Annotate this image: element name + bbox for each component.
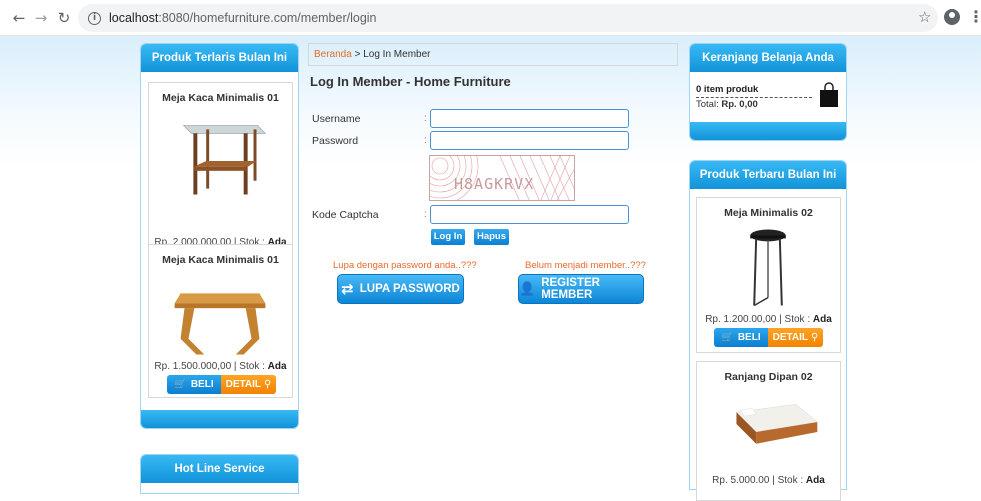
product-name[interactable]: Meja Kaca Minimalis 01 xyxy=(149,92,292,104)
price-text: Rp. 1.500.000,00 | Stok : xyxy=(154,361,268,372)
product-card: Meja Minimalis 02 Rp. 1.200.00,00 | Stok… xyxy=(696,197,841,353)
url-host: localhost xyxy=(109,11,159,25)
product-actions: 🛒BELI DETAIL⚲ xyxy=(714,328,823,347)
captcha-image: H8AGKRVX xyxy=(429,155,575,201)
newest-title: Produk Terbaru Bulan Ini xyxy=(690,161,846,189)
buy-button[interactable]: 🛒BELI xyxy=(167,375,221,394)
forgot-password-button[interactable]: ⇄ LUPA PASSWORD xyxy=(337,274,464,304)
register-member-button[interactable]: 👤 REGISTER MEMBER xyxy=(518,274,644,304)
magnifier-icon: ⚲ xyxy=(264,379,272,390)
cart-total: Total: Rp. 0,00 xyxy=(696,99,758,110)
buy-label: BELI xyxy=(737,332,761,343)
register-member-label: REGISTER MEMBER xyxy=(541,277,600,301)
detail-button[interactable]: DETAIL⚲ xyxy=(768,328,823,347)
captcha-noise: H8AGKRVX xyxy=(430,156,574,200)
url-text[interactable]: localhost:8080/homefurniture.com/member/… xyxy=(109,11,377,25)
password-input[interactable] xyxy=(430,131,629,150)
magnifier-icon: ⚲ xyxy=(811,332,819,343)
glass-table-image[interactable] xyxy=(149,117,292,199)
breadcrumb: Beranda > Log In Member xyxy=(308,43,678,66)
breadcrumb-current: Log In Member xyxy=(363,49,431,60)
password-colon: : xyxy=(424,135,427,146)
hotline-panel: Hot Line Service xyxy=(140,454,299,494)
url-path: :8080/homefurniture.com/member/login xyxy=(158,11,377,25)
stock-status: Ada xyxy=(805,475,825,486)
back-arrow-icon[interactable]: ← xyxy=(8,7,30,29)
reset-button[interactable]: Hapus xyxy=(474,229,509,245)
newest-panel: Produk Terbaru Bulan Ini Meja Minimalis … xyxy=(689,160,847,501)
register-hint: Belum menjadi member..??? xyxy=(525,260,646,271)
detail-button[interactable]: DETAIL⚲ xyxy=(221,375,276,394)
password-label: Password xyxy=(312,135,359,147)
detail-label: DETAIL xyxy=(225,379,262,390)
menu-kebab-icon[interactable]: ⋮ xyxy=(968,7,981,26)
buy-button[interactable]: 🛒BELI xyxy=(714,328,768,347)
captcha-label: Kode Captcha xyxy=(312,209,379,221)
product-price: Rp. 1.500.000,00 | Stok : Ada xyxy=(149,361,292,372)
bestseller-title: Produk Terlaris Bulan Ini xyxy=(141,44,298,72)
address-bar[interactable]: i localhost:8080/homefurniture.com/membe… xyxy=(78,4,938,32)
detail-label: DETAIL xyxy=(772,332,809,343)
captcha-input[interactable] xyxy=(430,205,629,224)
reload-icon[interactable]: ↻ xyxy=(53,7,75,29)
price-text: Rp. 5.000.00 | Stok : xyxy=(712,475,806,486)
breadcrumb-separator: > xyxy=(351,49,364,60)
product-actions: 🛒BELI DETAIL⚲ xyxy=(167,375,276,394)
product-name[interactable]: Meja Minimalis 02 xyxy=(697,207,840,219)
forward-arrow-icon[interactable]: → xyxy=(30,7,52,29)
product-name[interactable]: Meja Kaca Minimalis 01 xyxy=(149,254,292,266)
browser-toolbar: ← → ↻ i localhost:8080/homefurniture.com… xyxy=(0,0,981,36)
cart-title: Keranjang Belanja Anda xyxy=(690,44,846,72)
cart-icon: 🛒 xyxy=(721,332,734,343)
add-user-icon: 👤 xyxy=(519,281,536,297)
price-text: Rp. 1.200.00,00 | Stok : xyxy=(705,314,813,325)
hotline-title: Hot Line Service xyxy=(141,455,298,483)
captcha-colon: : xyxy=(424,209,427,220)
product-price: Rp. 1.200.00,00 | Stok : Ada xyxy=(697,314,840,325)
shopping-bag-icon[interactable] xyxy=(819,82,839,108)
info-icon[interactable]: i xyxy=(88,11,101,25)
cart-footer xyxy=(690,122,846,140)
profile-icon[interactable] xyxy=(944,9,960,25)
cart-total-value: Rp. 0,00 xyxy=(721,99,758,110)
product-price: Rp. 5.000.00 | Stok : Ada xyxy=(697,475,840,486)
product-card: Meja Kaca Minimalis 01 Rp. 1.500.000,00 … xyxy=(148,244,293,398)
buy-label: BELI xyxy=(190,379,214,390)
bestseller-footer xyxy=(141,410,298,428)
username-label: Username xyxy=(312,113,361,125)
cart-divider xyxy=(696,97,812,98)
bed-image[interactable] xyxy=(697,398,840,458)
cart-item-count[interactable]: 0 item produk xyxy=(696,84,758,95)
login-button[interactable]: Log In xyxy=(431,229,465,245)
bookmark-star-icon[interactable]: ☆ xyxy=(918,8,931,26)
cart-panel: Keranjang Belanja Anda 0 item produk Tot… xyxy=(689,43,847,141)
product-card: Ranjang Dipan 02 Rp. 5.000.00 | Stok : A… xyxy=(696,361,841,501)
cart-total-label: Total: xyxy=(696,99,722,110)
cart-icon: 🛒 xyxy=(174,379,187,390)
refresh-arrows-icon: ⇄ xyxy=(341,280,354,298)
captcha-text: H8AGKRVX xyxy=(454,175,534,193)
stock-status: Ada xyxy=(267,361,287,372)
username-input[interactable] xyxy=(430,109,629,128)
stock-status: Ada xyxy=(812,314,832,325)
breadcrumb-home-link[interactable]: Beranda xyxy=(314,49,352,60)
side-table-image[interactable] xyxy=(697,226,840,310)
forgot-hint: Lupa dengan password anda..??? xyxy=(333,260,477,271)
bestseller-panel: Produk Terlaris Bulan Ini Meja Kaca Mini… xyxy=(140,43,299,429)
wooden-table-image[interactable] xyxy=(149,277,292,362)
page-title: Log In Member - Home Furniture xyxy=(310,74,511,89)
product-name[interactable]: Ranjang Dipan 02 xyxy=(697,371,840,383)
username-colon: : xyxy=(424,113,427,124)
forgot-password-label: LUPA PASSWORD xyxy=(359,283,460,295)
